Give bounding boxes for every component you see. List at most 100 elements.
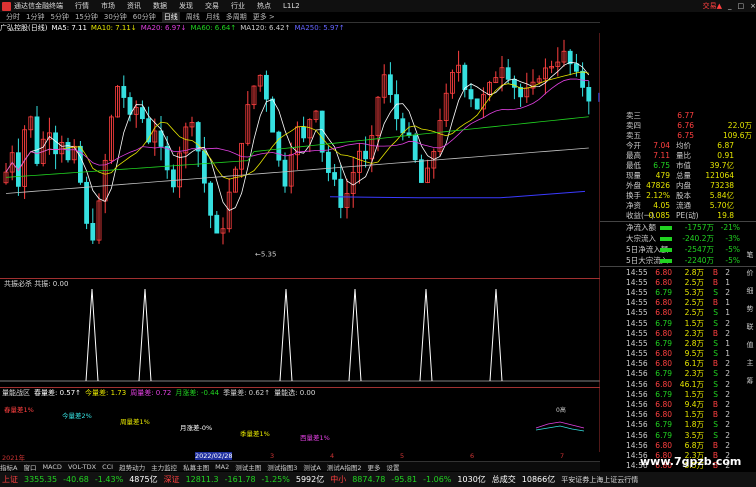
trade-row: 14:56 6.79 1.8万 S 2 — [600, 420, 756, 430]
trade-time: 14:55 — [626, 277, 648, 287]
trade-price: 6.80 — [655, 298, 672, 308]
menu-item-4[interactable]: 发现 — [179, 2, 193, 10]
period-tab-9[interactable]: 多周期 — [226, 12, 247, 22]
maximize-icon[interactable]: □ — [738, 2, 745, 10]
menu-item-6[interactable]: 行业 — [231, 2, 245, 10]
flow-label: 5日大宗流入 — [626, 256, 669, 265]
chart-tab-14[interactable]: 设置 — [386, 462, 399, 472]
trade-price: 6.79 — [655, 287, 672, 297]
trade-time: 14:56 — [626, 379, 648, 389]
menu-item-7[interactable]: 热点 — [257, 2, 271, 10]
candle-body — [574, 63, 579, 72]
chart-tab-2[interactable]: MACD — [42, 463, 61, 471]
trade-price: 6.80 — [655, 308, 672, 318]
trade-count: 2 — [725, 318, 730, 328]
trade-time: 14:55 — [626, 318, 648, 328]
trade-time: 14:56 — [626, 389, 648, 399]
minimize-icon[interactable]: _ — [728, 2, 732, 10]
right-tab-3[interactable]: 势 — [747, 304, 754, 314]
menu-item-1[interactable]: 市场 — [101, 2, 115, 10]
flow-value: -2240万 — [684, 256, 714, 265]
chart-tab-10[interactable]: 测试指图3 — [267, 462, 297, 472]
trade-side: S — [713, 287, 718, 297]
trade-side: B — [712, 440, 718, 450]
sz-pct: -1.25% — [261, 475, 290, 484]
trade-side: S — [713, 338, 718, 348]
chart-tab-6[interactable]: 主力监控 — [151, 462, 177, 472]
trade-side: S — [713, 420, 718, 430]
trade-price: 6.80 — [655, 379, 672, 389]
trade-side: B — [712, 328, 718, 338]
menu-item-2[interactable]: 资讯 — [127, 2, 141, 10]
period-tab-0[interactable]: 分时 — [6, 12, 20, 22]
indicator-tabs: 指标A 窗口 MACD VOL-TDX CCI 趋势动力 主力监控 私募主图 MA2 测试主图 测试… — [0, 461, 600, 472]
right-tab-4[interactable]: 联 — [747, 322, 754, 332]
date-label: 2022/02/28 — [195, 452, 233, 460]
trade-side: B — [712, 277, 718, 287]
candlestick-chart[interactable]: 7.207.006.806.606.406.206.005.805.605.40… — [0, 33, 600, 278]
news-ticker[interactable]: 平安证券上海上证云行情 — [561, 475, 638, 485]
candle-body — [363, 150, 369, 160]
right-tab-1[interactable]: 价 — [747, 268, 754, 278]
period-tab-8[interactable]: 月线 — [206, 12, 220, 22]
quote-value: 39.7亿 — [709, 160, 734, 170]
period-tab-4[interactable]: 30分钟 — [104, 12, 127, 22]
period-tab-6[interactable]: 日线 — [161, 12, 180, 22]
period-tab-3[interactable]: 15分钟 — [75, 12, 98, 22]
sz-change: -161.78 — [224, 475, 256, 484]
menu-item-0[interactable]: 行情 — [75, 2, 89, 10]
chart-tab-9[interactable]: 测试主图 — [235, 462, 261, 472]
chart-tab-7[interactable]: 私募主图 — [183, 462, 209, 472]
trade-time: 14:55 — [626, 338, 648, 348]
total-label: 总成交 — [491, 475, 516, 484]
trade-toggle[interactable]: 交易▲ — [703, 1, 722, 11]
menu-item-8[interactable]: L1L2 — [283, 2, 300, 10]
chart-tab-11[interactable]: 测试A — [303, 462, 320, 472]
menu-item-5[interactable]: 交易 — [205, 2, 219, 10]
candle-body — [90, 223, 96, 241]
fund-flow-row: 大宗流入 -240.2万 -3% — [600, 233, 756, 244]
oscillator-chart[interactable]: 1.000.900.800.700.600.500.400.300.200.10… — [0, 279, 600, 387]
close-icon[interactable]: × — [750, 2, 756, 10]
period-tab-10[interactable]: 更多 > — [253, 12, 275, 22]
ask-row: 卖四 6.76 22.0万 — [600, 120, 756, 130]
right-tab-5[interactable]: 值 — [747, 340, 754, 350]
menu-item-3[interactable]: 数据 — [153, 2, 167, 10]
candle-body — [301, 126, 307, 139]
trade-count: 1 — [725, 338, 730, 348]
period-bar: 分时 1分钟 5分钟 15分钟 30分钟 60分钟 日线 周线 月线 多周期 更多 > — [0, 12, 600, 23]
trade-price: 6.80 — [655, 349, 672, 359]
trade-row: 14:56 6.80 46.1万 S 2 — [600, 379, 756, 389]
sh-label: 上证 — [2, 475, 18, 484]
trade-time: 14:55 — [626, 298, 648, 308]
period-tab-2[interactable]: 5分钟 — [50, 12, 68, 22]
right-tab-0[interactable]: 笔 — [747, 250, 754, 260]
total-value: 10866亿 — [521, 475, 556, 484]
chart-tab-1[interactable]: 窗口 — [23, 462, 36, 472]
chart-tab-5[interactable]: 趋势动力 — [119, 462, 145, 472]
chart-tab-4[interactable]: CCI — [102, 463, 113, 471]
osc-spike — [348, 288, 362, 382]
trade-price: 6.79 — [655, 369, 672, 379]
right-tab-6[interactable]: 主 — [747, 358, 754, 368]
sz-amount: 5992亿 — [295, 475, 325, 484]
chart-tab-0[interactable]: 指标A — [0, 462, 17, 472]
chart-tab-8[interactable]: MA2 — [215, 463, 229, 471]
trade-row: 14:55 6.80 2.5万 S 1 — [600, 308, 756, 318]
chart-tab-3[interactable]: VOL-TDX — [68, 463, 96, 471]
period-tab-7[interactable]: 周线 — [186, 12, 200, 22]
period-tab-5[interactable]: 60分钟 — [133, 12, 156, 22]
volume-zone-chart[interactable]: 春量差1% 今量差2% 周量差1% 月涨差-0% 季量差1% 西量差1% 0高 — [0, 388, 600, 452]
right-tab-7[interactable]: 筹 — [747, 376, 754, 386]
candle-body — [394, 94, 400, 120]
chart-tab-12[interactable]: 测试A指图2 — [327, 462, 362, 472]
candle-body — [586, 87, 592, 102]
vol-label: 春量差1% — [4, 405, 34, 414]
period-tab-1[interactable]: 1分钟 — [26, 12, 44, 22]
right-tab-2[interactable]: 细 — [747, 286, 754, 296]
trade-row: 14:56 6.79 1.5万 S 2 — [600, 389, 756, 399]
chart-tab-13[interactable]: 更多 — [367, 462, 380, 472]
trade-count: 2 — [725, 328, 730, 338]
quote-value: 0.085 — [648, 210, 670, 220]
zx-change: -95.81 — [391, 475, 418, 484]
